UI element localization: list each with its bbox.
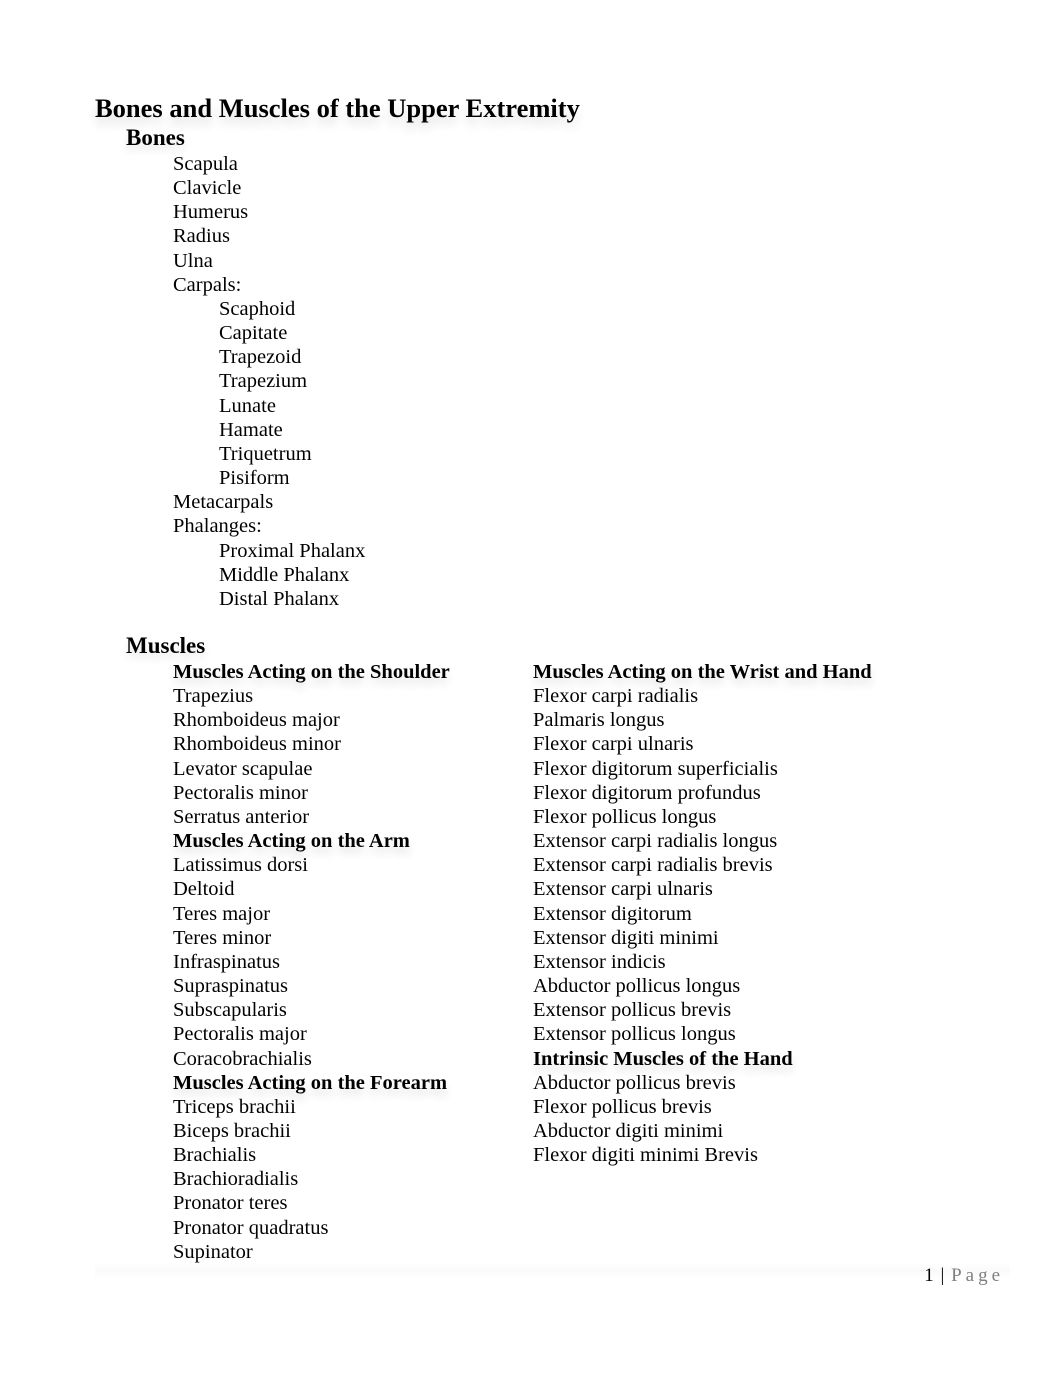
- document-title: Bones and Muscles of the Upper Extremity: [95, 93, 580, 123]
- bone-item: Clavicle: [173, 177, 242, 200]
- bone-subitem: Trapezoid: [219, 346, 302, 369]
- muscle-item: Extensor carpi radialis longus: [533, 830, 778, 853]
- muscle-item: Flexor pollicus longus: [533, 805, 717, 828]
- muscles-heading: Muscles: [126, 633, 206, 658]
- footer-divider: [95, 1262, 1010, 1280]
- muscle-item: Flexor pollicus brevis: [533, 1095, 712, 1118]
- bone-item: Carpals:: [173, 273, 242, 296]
- muscle-item: Pectoralis minor: [173, 781, 308, 804]
- bones-list: Scapula Clavicle Humerus Radius Ulna Carpals:…: [173, 152, 365, 611]
- muscle-item: Biceps brachii: [173, 1119, 291, 1142]
- muscle-group-heading: Muscles Acting on the Arm: [173, 830, 410, 853]
- muscle-item: Serratus anterior: [173, 805, 310, 828]
- muscle-item: Extensor carpi radialis brevis: [533, 854, 773, 877]
- muscle-item: Teres minor: [173, 926, 272, 949]
- muscles-right-column: Muscles Acting on the Wrist and Hand Flex…: [533, 660, 872, 1167]
- muscles-left-column: Muscles Acting on the Shoulder Trapezius R…: [173, 660, 450, 1264]
- bone-subitem: Proximal Phalanx: [219, 539, 366, 562]
- muscle-item: Supinator: [173, 1240, 253, 1263]
- bone-subitem: Triquetrum: [219, 442, 312, 465]
- bone-item: Radius: [173, 225, 230, 248]
- bone-subitem: Middle Phalanx: [219, 563, 350, 586]
- muscle-item: Flexor digitorum profundus: [533, 781, 761, 804]
- muscle-item: Pectoralis major: [173, 1023, 307, 1046]
- muscle-item: Extensor carpi ulnaris: [533, 878, 713, 901]
- muscle-item: Palmaris longus: [533, 709, 665, 732]
- document-page: Bones and Muscles of the Upper Extremity…: [0, 0, 1062, 1377]
- muscle-item: Infraspinatus: [173, 950, 281, 973]
- muscle-item: Abductor pollicus brevis: [533, 1071, 736, 1094]
- muscle-group-heading: Muscles Acting on the Forearm: [173, 1071, 448, 1094]
- muscle-item: Coracobrachialis: [173, 1047, 312, 1070]
- page-footer: 1 | Page: [924, 1265, 1004, 1287]
- muscle-item: Extensor digitorum: [533, 902, 692, 925]
- muscle-item: Extensor pollicus brevis: [533, 999, 732, 1022]
- bone-subitem: Pisiform: [219, 467, 290, 490]
- muscle-item: Flexor digitorum superficialis: [533, 757, 778, 780]
- bone-item: Scapula: [173, 153, 238, 175]
- muscle-item: Deltoid: [173, 878, 235, 901]
- muscle-item: Rhomboideus minor: [173, 733, 341, 756]
- muscle-item: Latissimus dorsi: [173, 854, 308, 877]
- muscle-item: Brachioradialis: [173, 1168, 299, 1191]
- muscle-item: Extensor indicis: [533, 950, 666, 973]
- bone-item: Phalanges:: [173, 515, 262, 538]
- muscle-item: Extensor digiti minimi: [533, 926, 719, 949]
- muscle-item: Supraspinatus: [173, 975, 289, 998]
- muscle-group-heading: Muscles Acting on the Shoulder: [173, 661, 450, 683]
- bone-subitem: Capitate: [219, 322, 288, 345]
- bone-subitem: Lunate: [219, 394, 276, 417]
- muscle-group-heading: Muscles Acting on the Wrist and Hand: [533, 661, 872, 683]
- muscle-item: Pronator quadratus: [173, 1216, 329, 1239]
- bone-item: Ulna: [173, 249, 213, 272]
- muscle-item: Flexor carpi radialis: [533, 685, 699, 708]
- muscle-item: Flexor digiti minimi Brevis: [533, 1144, 758, 1167]
- bone-subitem: Scaphoid: [219, 297, 296, 320]
- muscle-item: Teres major: [173, 902, 271, 925]
- muscle-item: Extensor pollicus longus: [533, 1023, 736, 1046]
- bones-heading: Bones: [126, 125, 185, 150]
- muscle-group-heading: Intrinsic Muscles of the Hand: [533, 1047, 793, 1070]
- muscle-item: Abductor digiti minimi: [533, 1119, 724, 1142]
- bone-subitem: Hamate: [219, 418, 283, 441]
- bone-item: Metacarpals: [173, 491, 274, 514]
- muscle-item: Levator scapulae: [173, 757, 313, 780]
- muscle-item: Abductor pollicus longus: [533, 975, 741, 998]
- muscle-item: Flexor carpi ulnaris: [533, 733, 694, 756]
- muscle-item: Trapezius: [173, 685, 254, 708]
- bone-item: Humerus: [173, 201, 249, 224]
- muscle-item: Rhomboideus major: [173, 709, 340, 732]
- footer-separator: |: [940, 1265, 945, 1286]
- muscle-item: Subscapularis: [173, 999, 287, 1022]
- bone-subitem: Distal Phalanx: [219, 587, 340, 610]
- muscle-item: Triceps brachii: [173, 1095, 296, 1118]
- muscle-item: Brachialis: [173, 1144, 257, 1167]
- page-label: Page: [951, 1265, 1004, 1286]
- page-number: 1: [924, 1265, 934, 1286]
- muscle-item: Pronator teres: [173, 1192, 288, 1215]
- bone-subitem: Trapezium: [219, 370, 308, 393]
